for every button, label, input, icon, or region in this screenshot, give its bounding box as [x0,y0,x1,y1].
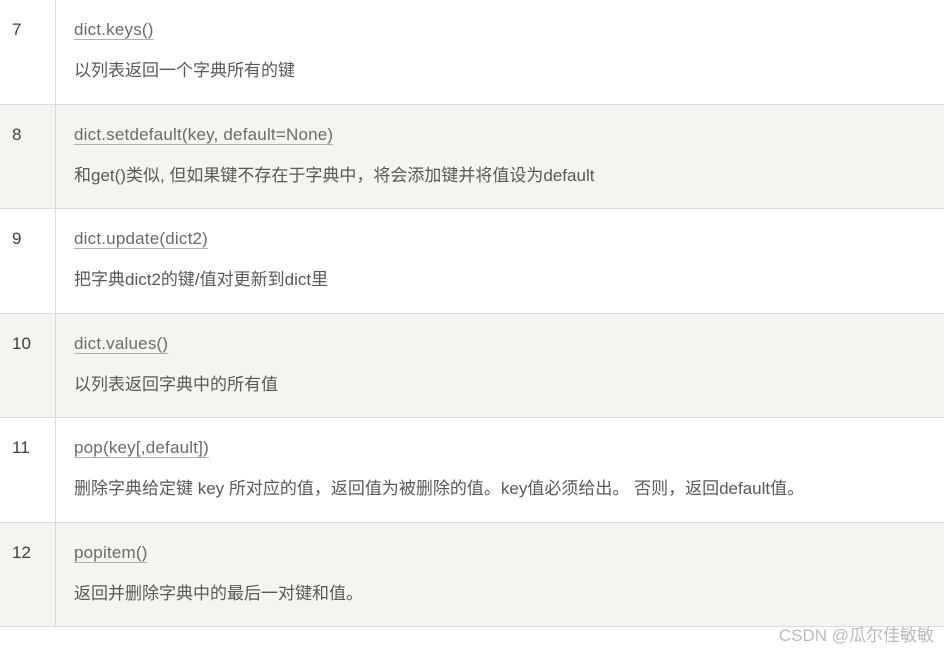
row-content: dict.update(dict2) 把字典dict2的键/值对更新到dict里 [56,209,944,313]
row-content: dict.setdefault(key, default=None) 和get(… [56,105,944,209]
row-number: 12 [0,523,56,627]
table-row: 11 pop(key[,default]) 删除字典给定键 key 所对应的值，… [0,418,944,523]
method-description: 返回并删除字典中的最后一对键和值。 [74,581,928,607]
method-link[interactable]: dict.values() [74,334,168,353]
row-number: 8 [0,105,56,209]
row-content: dict.values() 以列表返回字典中的所有值 [56,314,944,418]
table-row: 10 dict.values() 以列表返回字典中的所有值 [0,314,944,419]
method-link[interactable]: dict.setdefault(key, default=None) [74,125,333,144]
methods-table: 7 dict.keys() 以列表返回一个字典所有的键 8 dict.setde… [0,0,944,627]
row-content: dict.keys() 以列表返回一个字典所有的键 [56,0,944,104]
row-number: 9 [0,209,56,313]
row-content: pop(key[,default]) 删除字典给定键 key 所对应的值，返回值… [56,418,944,522]
table-row: 7 dict.keys() 以列表返回一个字典所有的键 [0,0,944,105]
method-link[interactable]: dict.update(dict2) [74,229,208,248]
method-link[interactable]: pop(key[,default]) [74,438,209,457]
table-row: 12 popitem() 返回并删除字典中的最后一对键和值。 [0,523,944,628]
table-row: 8 dict.setdefault(key, default=None) 和ge… [0,105,944,210]
method-description: 以列表返回字典中的所有值 [74,372,928,398]
table-row: 9 dict.update(dict2) 把字典dict2的键/值对更新到dic… [0,209,944,314]
method-description: 以列表返回一个字典所有的键 [74,58,928,84]
method-link[interactable]: popitem() [74,543,148,562]
row-number: 7 [0,0,56,104]
method-description: 和get()类似, 但如果键不存在于字典中，将会添加键并将值设为default [74,163,928,189]
row-content: popitem() 返回并删除字典中的最后一对键和值。 [56,523,944,627]
method-description: 把字典dict2的键/值对更新到dict里 [74,267,928,293]
method-description: 删除字典给定键 key 所对应的值，返回值为被删除的值。key值必须给出。 否则… [74,476,928,502]
method-link[interactable]: dict.keys() [74,20,154,39]
row-number: 10 [0,314,56,418]
row-number: 11 [0,418,56,522]
